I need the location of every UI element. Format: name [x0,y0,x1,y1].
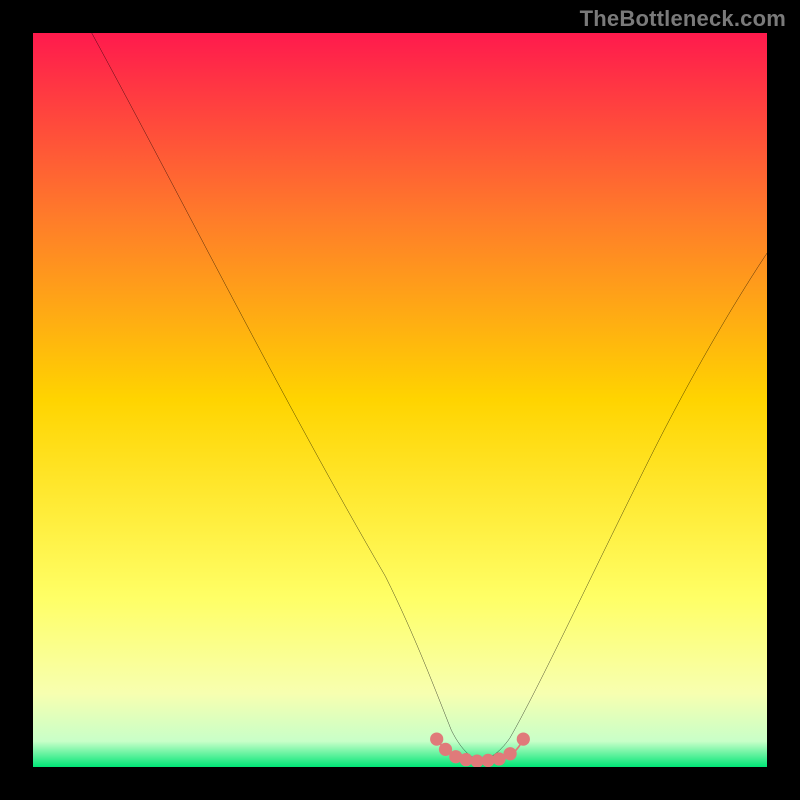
plot-area [33,33,767,767]
chart-frame: TheBottleneck.com [0,0,800,800]
watermark-text: TheBottleneck.com [580,6,786,32]
minimum-highlight [33,33,767,767]
